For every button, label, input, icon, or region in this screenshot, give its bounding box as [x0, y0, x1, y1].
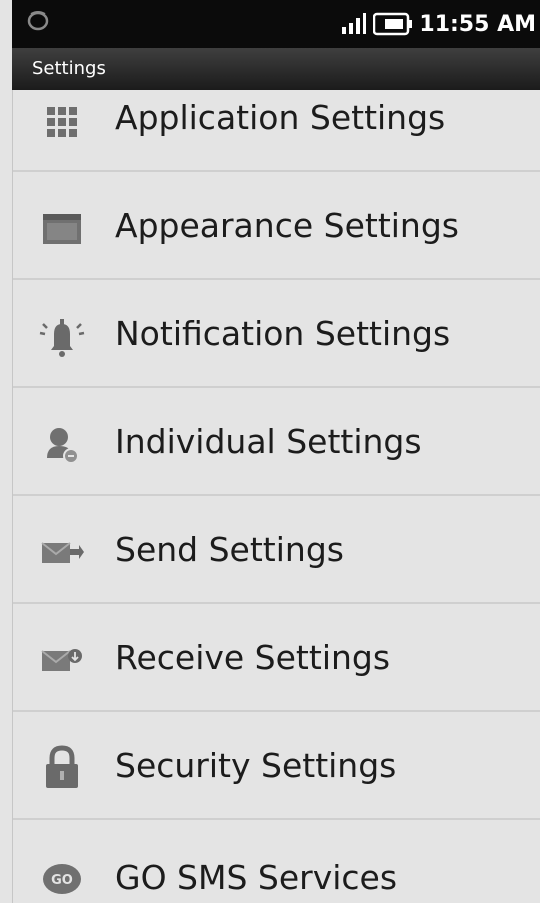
item-label: Appearance Settings: [115, 206, 459, 245]
status-indicators: 11:55 AM: [341, 10, 536, 38]
lock-icon: [46, 745, 78, 788]
list-item-individual-settings[interactable]: Individual Settings: [13, 388, 540, 496]
receive-mail-icon: [41, 649, 82, 671]
item-label: Security Settings: [115, 746, 397, 785]
list-item-go-sms-services[interactable]: GO GO SMS Services: [13, 820, 540, 903]
list-item-notification-settings[interactable]: Notification Settings: [13, 280, 540, 388]
item-label: Application Settings: [115, 98, 446, 137]
item-label: GO SMS Services: [115, 858, 398, 897]
item-label: Send Settings: [115, 530, 344, 569]
title-bar: Settings: [12, 48, 540, 90]
ring-notification-icon: [27, 11, 49, 31]
battery-icon: [373, 12, 413, 36]
status-time: 11:55 AM: [419, 11, 536, 37]
send-mail-icon: [41, 542, 84, 563]
screen: 11:55 AM Settings Application Settings A…: [0, 0, 540, 903]
signal-icon: [342, 13, 367, 34]
list-item-application-settings[interactable]: Application Settings: [13, 90, 540, 172]
item-label: Individual Settings: [115, 422, 422, 461]
item-label: Receive Settings: [115, 638, 391, 677]
settings-list: Application Settings Appearance Settings…: [12, 90, 540, 903]
list-item-security-settings[interactable]: Security Settings: [13, 712, 540, 820]
list-item-send-settings[interactable]: Send Settings: [13, 496, 540, 604]
go-badge-text: GO: [51, 873, 73, 888]
go-badge-icon: GO: [43, 864, 81, 894]
bell-icon: [39, 319, 85, 357]
list-item-receive-settings[interactable]: Receive Settings: [13, 604, 540, 712]
grid-icon: [47, 107, 77, 137]
list-item-appearance-settings[interactable]: Appearance Settings: [13, 172, 540, 280]
person-icon: [47, 428, 79, 464]
page-title: Settings: [32, 58, 106, 79]
status-bar: 11:55 AM: [12, 0, 540, 48]
window-icon: [43, 214, 81, 244]
item-label: Notification Settings: [115, 314, 451, 353]
